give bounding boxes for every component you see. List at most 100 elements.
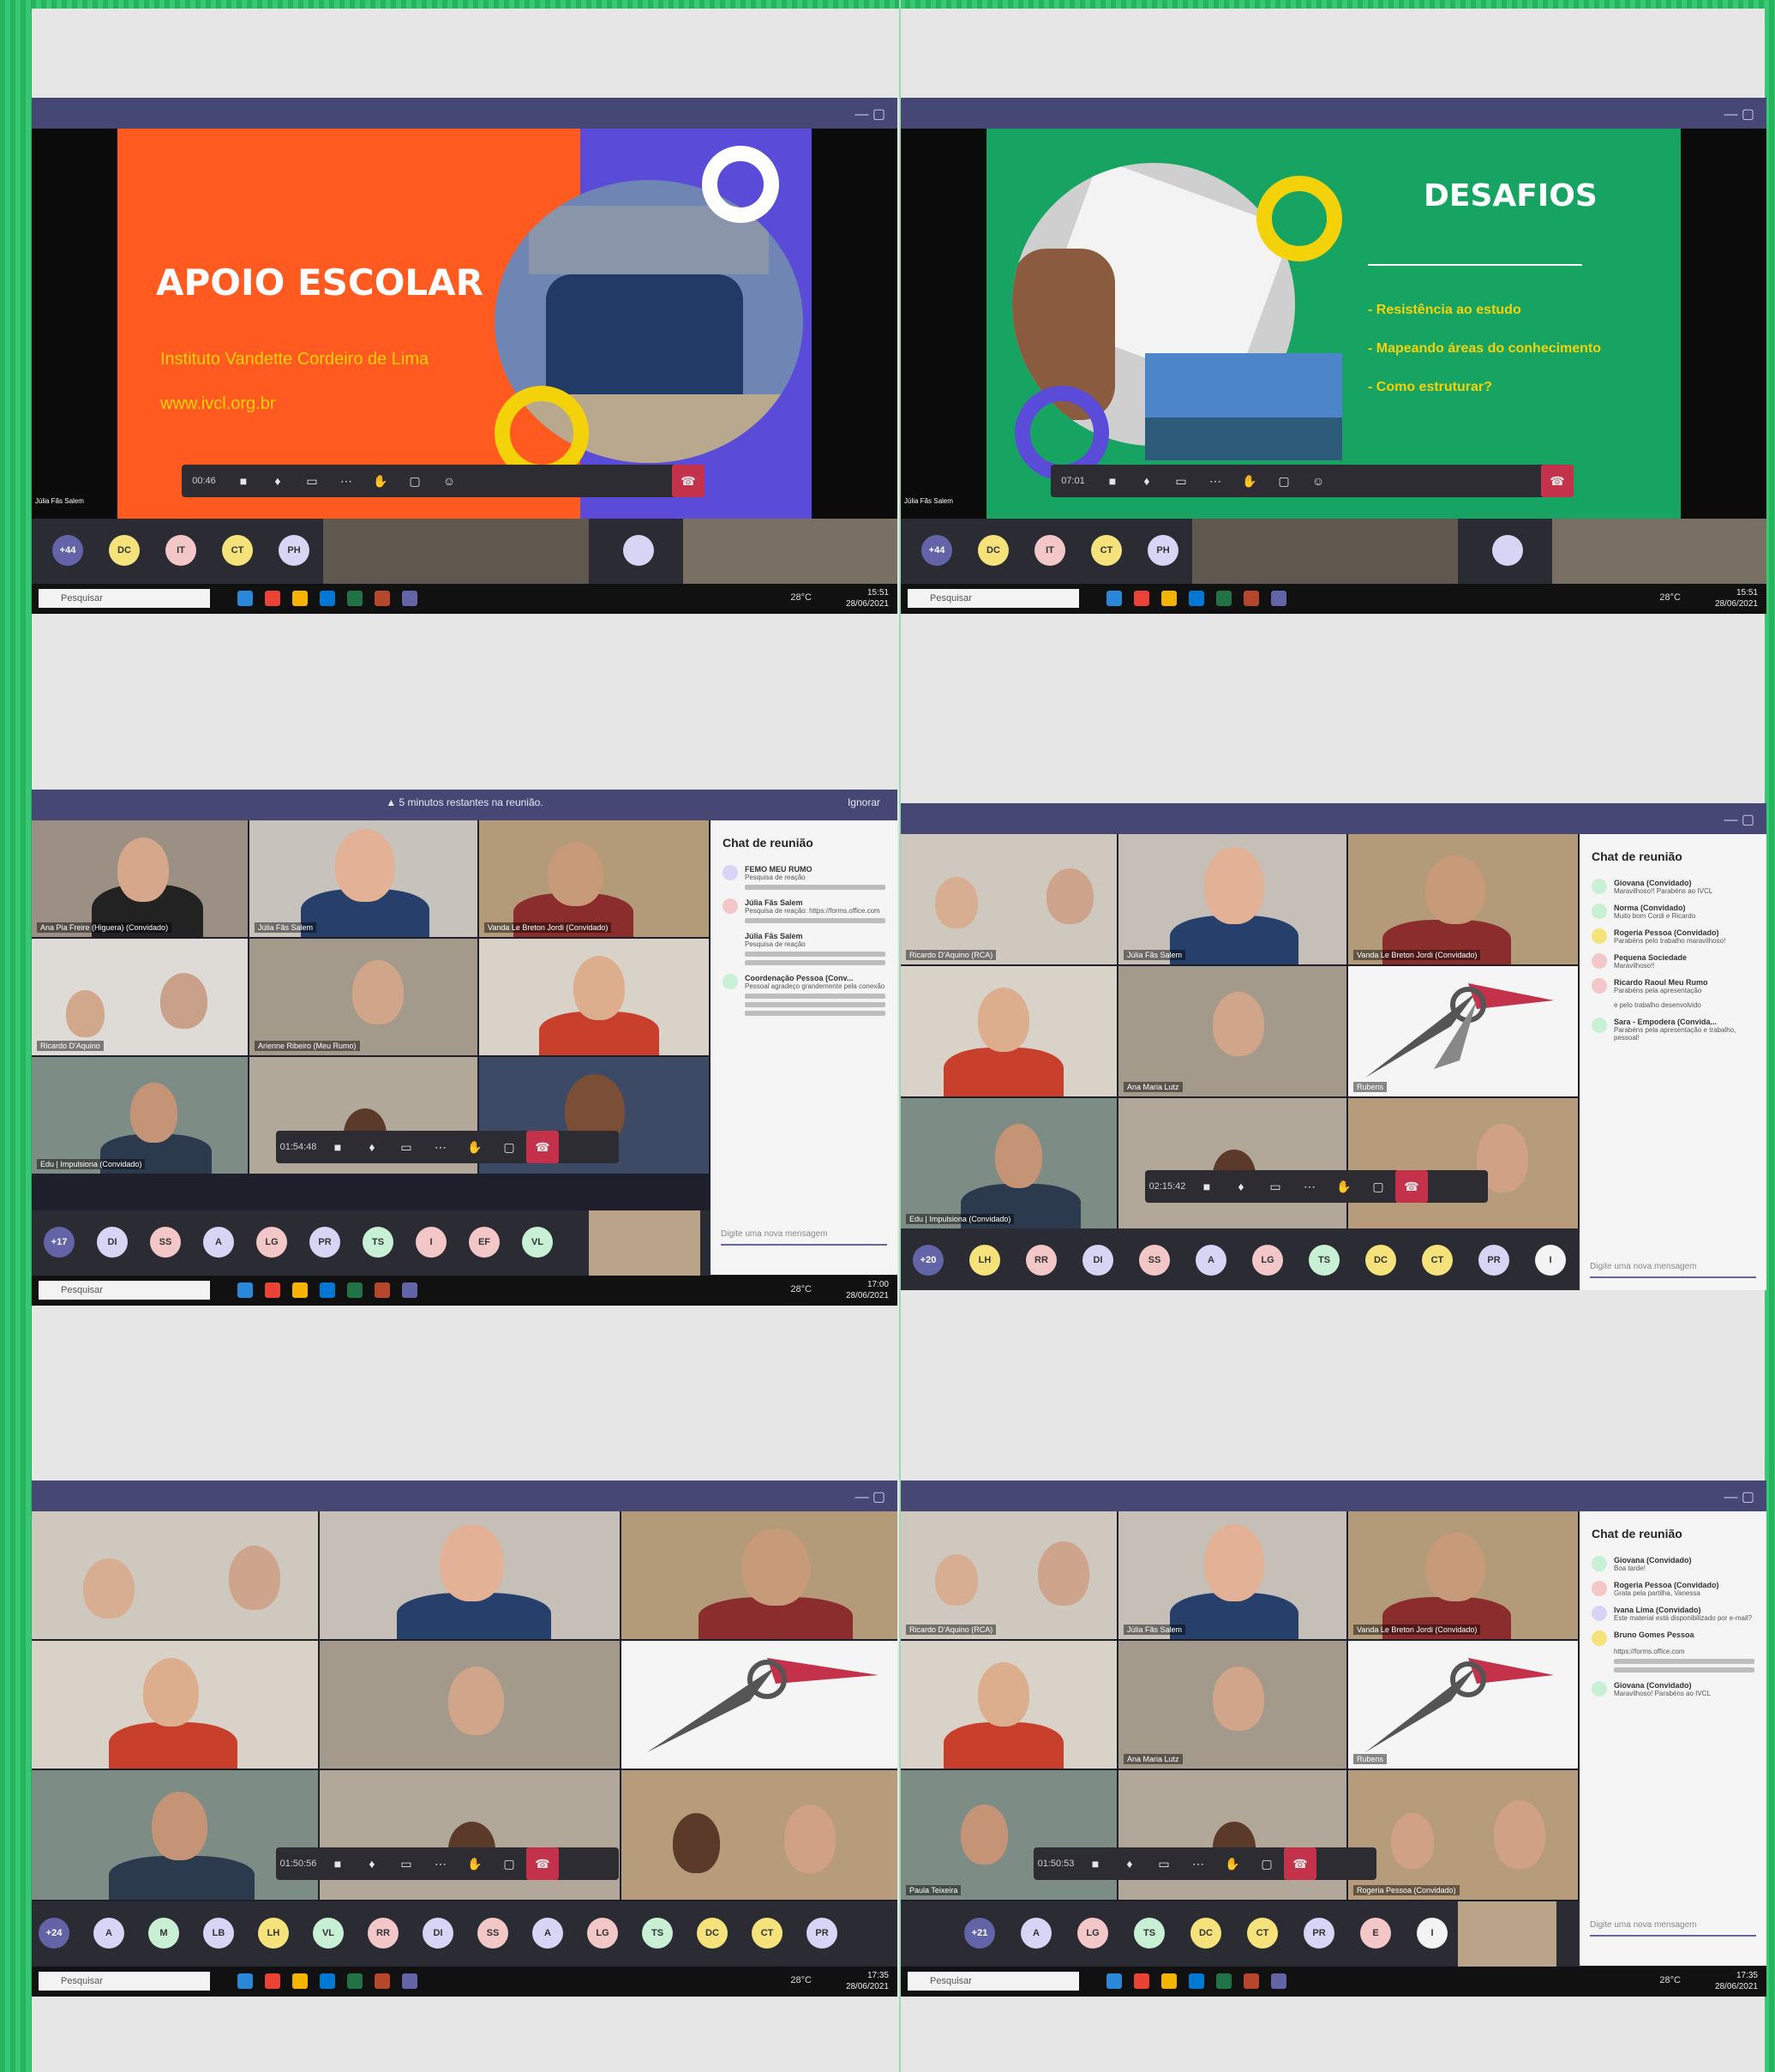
avatar[interactable]: E — [1360, 1918, 1391, 1949]
teams-icon[interactable] — [402, 1973, 417, 1989]
avatar[interactable]: I — [1535, 1245, 1566, 1276]
participant-overflow-count[interactable]: +44 — [921, 535, 952, 566]
avatar[interactable]: CT — [222, 535, 253, 566]
share-icon[interactable]: ▭ — [389, 1140, 423, 1155]
video-tile[interactable] — [320, 1511, 620, 1639]
avatar[interactable]: DI — [97, 1227, 128, 1258]
avatar[interactable]: LG — [587, 1918, 618, 1949]
video-tile[interactable]: Ricardo D'Aquino (RCA) — [901, 834, 1117, 964]
avatar[interactable]: DI — [423, 1918, 453, 1949]
outlook-icon[interactable] — [1189, 591, 1204, 606]
chrome-icon[interactable] — [265, 591, 280, 606]
acrobat-icon[interactable] — [1244, 591, 1259, 606]
video-tile[interactable]: Júlia Fãs Salem — [1118, 834, 1346, 964]
avatar[interactable]: CT — [752, 1918, 783, 1949]
avatar[interactable]: A — [203, 1227, 234, 1258]
video-tile-logo[interactable]: Rubens — [1348, 1641, 1578, 1769]
hang-up-button[interactable]: ☎ — [672, 465, 705, 497]
avatar[interactable]: LH — [258, 1918, 289, 1949]
chrome-icon[interactable] — [1134, 591, 1149, 606]
dismiss-button[interactable]: Ignorar — [848, 796, 880, 808]
video-tile[interactable]: Rogeria Pessoa (Convidado) — [1348, 1770, 1578, 1900]
avatar[interactable]: A — [93, 1918, 124, 1949]
avatar[interactable]: CT — [1422, 1245, 1453, 1276]
video-tile[interactable]: Vanda Le Breton Jordi (Convidado) — [1348, 1511, 1578, 1639]
share-icon[interactable]: ▭ — [1147, 1857, 1181, 1871]
window-controls[interactable]: — ▢ — [855, 1488, 885, 1505]
hang-up-button[interactable]: ☎ — [1541, 465, 1574, 497]
avatar[interactable]: LG — [1252, 1245, 1283, 1276]
video-tile[interactable]: Edu | Impulsiona (Convidado) — [32, 1057, 248, 1174]
folder-icon[interactable] — [1161, 591, 1177, 606]
video-tile[interactable]: Arienne Ribeiro (Meu Rumo) — [249, 939, 477, 1055]
edge-icon[interactable] — [237, 591, 253, 606]
more-icon[interactable]: ⋯ — [1181, 1857, 1215, 1871]
video-tile[interactable]: Ricardo D'Aquino (RCA) — [901, 1511, 1117, 1639]
outlook-icon[interactable] — [320, 591, 335, 606]
mic-icon[interactable]: ♦ — [355, 1857, 389, 1871]
chat-icon[interactable]: ▢ — [398, 474, 432, 489]
avatar[interactable]: EF — [469, 1227, 500, 1258]
video-tile[interactable] — [32, 1641, 318, 1769]
teams-icon[interactable] — [1271, 591, 1286, 606]
raise-hand-icon[interactable]: ✋ — [1327, 1180, 1361, 1194]
chrome-icon[interactable] — [1134, 1973, 1149, 1989]
acrobat-icon[interactable] — [1244, 1973, 1259, 1989]
mic-icon[interactable]: ♦ — [261, 474, 295, 488]
teams-icon[interactable] — [402, 1282, 417, 1298]
weather[interactable]: 28°C — [790, 1284, 812, 1294]
taskbar-search[interactable]: Pesquisar — [908, 589, 1079, 608]
participants-icon[interactable]: ☺ — [1301, 474, 1335, 488]
avatar[interactable]: A — [1196, 1245, 1226, 1276]
outlook-icon[interactable] — [320, 1973, 335, 1989]
avatar[interactable]: PR — [309, 1227, 340, 1258]
video-tile[interactable]: Júlia Fãs Salem — [1118, 1511, 1346, 1639]
chrome-icon[interactable] — [265, 1282, 280, 1298]
video-tile[interactable] — [901, 966, 1117, 1096]
avatar[interactable]: VL — [313, 1918, 344, 1949]
excel-icon[interactable] — [347, 591, 363, 606]
weather[interactable]: 28°C — [790, 1975, 812, 1985]
chat-compose-input[interactable]: Digite uma nova mensagem — [1590, 1920, 1756, 1937]
mic-icon[interactable]: ♦ — [355, 1140, 389, 1154]
avatar[interactable]: LG — [1077, 1918, 1108, 1949]
excel-icon[interactable] — [1216, 1973, 1232, 1989]
participant-overflow-count[interactable]: +17 — [44, 1227, 75, 1258]
avatar[interactable]: A — [532, 1918, 563, 1949]
chat-compose-input[interactable]: Digite uma nova mensagem — [721, 1229, 887, 1246]
video-tile[interactable]: Ana Maria Lutz — [1118, 966, 1346, 1096]
more-icon[interactable]: ⋯ — [423, 1140, 458, 1155]
chat-icon[interactable]: ▢ — [1250, 1857, 1284, 1871]
folder-icon[interactable] — [292, 591, 308, 606]
avatar[interactable]: PR — [807, 1918, 837, 1949]
avatar[interactable]: I — [1417, 1918, 1448, 1949]
video-tile[interactable]: Edu | Impulsiona (Convidado) — [901, 1098, 1117, 1228]
raise-hand-icon[interactable]: ✋ — [458, 1857, 492, 1871]
mic-icon[interactable]: ♦ — [1112, 1857, 1147, 1871]
folder-icon[interactable] — [1161, 1973, 1177, 1989]
avatar[interactable]: IT — [165, 535, 196, 566]
taskbar-clock[interactable]: 17:35 28/06/2021 — [1715, 1970, 1758, 1992]
camera-icon[interactable]: ■ — [321, 1140, 355, 1154]
teams-icon[interactable] — [1271, 1973, 1286, 1989]
video-tile-logo[interactable] — [621, 1641, 897, 1769]
outlook-icon[interactable] — [320, 1282, 335, 1298]
excel-icon[interactable] — [1216, 591, 1232, 606]
video-tile[interactable] — [621, 1770, 897, 1900]
share-icon[interactable]: ▭ — [1258, 1180, 1292, 1194]
raise-hand-icon[interactable]: ✋ — [458, 1140, 492, 1155]
edge-icon[interactable] — [1106, 1973, 1122, 1989]
taskbar-clock[interactable]: 15:51 28/06/2021 — [846, 587, 889, 610]
hang-up-button[interactable]: ☎ — [1284, 1847, 1316, 1880]
video-tile[interactable] — [901, 1641, 1117, 1769]
avatar[interactable]: DC — [1365, 1245, 1396, 1276]
avatar[interactable]: A — [1021, 1918, 1052, 1949]
raise-hand-icon[interactable]: ✋ — [363, 474, 398, 489]
weather[interactable]: 28°C — [1659, 1975, 1681, 1985]
taskbar-search[interactable]: Pesquisar — [908, 1972, 1079, 1991]
chat-icon[interactable]: ▢ — [1361, 1180, 1395, 1194]
avatar[interactable]: CT — [1247, 1918, 1278, 1949]
participant-overflow-count[interactable]: +24 — [39, 1918, 69, 1949]
avatar[interactable]: TS — [1134, 1918, 1165, 1949]
raise-hand-icon[interactable]: ✋ — [1215, 1857, 1250, 1871]
